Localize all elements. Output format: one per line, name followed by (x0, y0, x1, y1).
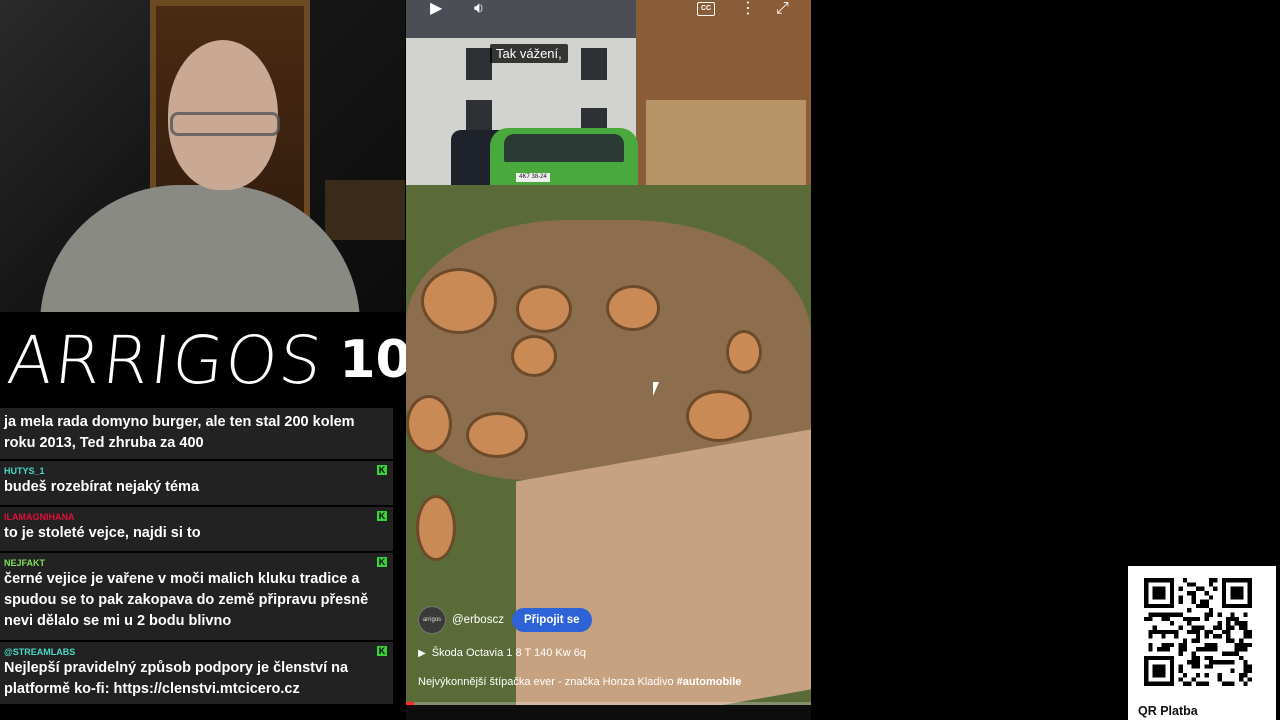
play-icon[interactable]: ▶ (430, 0, 442, 18)
kick-badge-icon: K (377, 646, 387, 656)
video-scene-log (516, 285, 572, 333)
video-scene-log (726, 330, 762, 374)
chat-message: HUTYS_1 budeš rozebírat nejaký téma K (0, 461, 393, 507)
kick-badge-icon: K (377, 511, 387, 521)
kick-badge-icon: K (377, 557, 387, 567)
more-icon[interactable]: ⋮ (740, 0, 756, 18)
chat-message: ILAMAGNIHANA to je stoleté vejce, najdi … (0, 507, 393, 553)
chat-message-text: to je stoleté vejce, najdi si to (4, 525, 201, 541)
channel-handle[interactable]: @erboscz (452, 614, 504, 626)
webcam-background-shelf (325, 180, 405, 240)
chat-message-author: NEJFAKT (4, 558, 46, 568)
chat-panel: ja mela rada domyno burger, ale ten stal… (0, 408, 393, 708)
video-player[interactable]: 4K7 38-24 ▶ 🔉︎ CC ⋮ ⤢ Tak vážení, arrigo… (406, 0, 811, 720)
chat-message: NEJFAKT černé vejice je vařene v moči ma… (0, 553, 393, 642)
channel-logo: ARRIGOS 104 (0, 312, 448, 408)
video-scene-log (466, 412, 528, 458)
video-scene-car-windshield (504, 134, 624, 162)
video-scene-log (406, 395, 452, 453)
video-scene-window (466, 100, 492, 132)
captions-icon[interactable]: CC (697, 2, 715, 16)
streamer-glasses (170, 112, 280, 136)
webcam-feed (0, 0, 405, 312)
video-bottom-strip (406, 705, 811, 720)
qr-payment-card: QR Platba (1128, 566, 1276, 720)
video-scene-window (581, 48, 607, 80)
chat-message-text: Nejlepší pravidelný způsob podpory je čl… (4, 660, 349, 697)
chat-message-author: @STREAMLABS (4, 647, 76, 657)
video-scene-log (416, 495, 456, 561)
qr-code-icon (1144, 578, 1252, 686)
kick-badge-icon: K (377, 465, 387, 475)
video-description: Nejvýkonnější štípačka ever - značka Hon… (418, 676, 741, 688)
logo-brand-text: ARRIGOS (3, 321, 328, 399)
channel-avatar[interactable]: arrigos (418, 606, 446, 634)
chat-message-text: ja mela rada domyno burger, ale ten stal… (4, 414, 355, 451)
chat-message: @STREAMLABS Nejlepší pravidelný způsob p… (0, 642, 393, 706)
video-subtitle: Tak vážení, (490, 44, 568, 63)
video-scene-log (686, 390, 752, 442)
video-description-text: Nejvýkonnější štípačka ever - značka Hon… (418, 676, 677, 688)
chat-message-text: černé vejice je vařene v moči malich klu… (4, 571, 369, 629)
sound-row[interactable]: ▶ Škoda Octavia 1 8 T 140 Kw 6q (418, 647, 586, 659)
channel-row: arrigos @erboscz Připojit se (418, 606, 592, 634)
video-scene-log (606, 285, 660, 331)
video-scene-license-plate: 4K7 38-24 (516, 173, 550, 182)
mouse-cursor-icon (653, 382, 665, 396)
chat-message-author: HUTYS_1 (4, 466, 45, 476)
video-scene-log (421, 268, 497, 334)
video-scene-log (511, 335, 557, 377)
join-button[interactable]: Připojit se (511, 608, 592, 632)
streamer-body (40, 185, 360, 312)
video-scene-window (466, 48, 492, 80)
qr-payment-label: QR Platba (1138, 704, 1198, 718)
video-hashtag[interactable]: #automobile (677, 676, 742, 688)
fullscreen-icon[interactable]: ⤢ (776, 0, 789, 18)
chat-message-text: budeš rozebírat nejaký téma (4, 479, 200, 495)
chat-message-author: ILAMAGNIHANA (4, 512, 75, 522)
chat-message: ja mela rada domyno burger, ale ten stal… (0, 408, 393, 461)
volume-icon[interactable]: 🔉︎ (474, 0, 484, 18)
sound-title[interactable]: Škoda Octavia 1 8 T 140 Kw 6q (432, 647, 586, 659)
sound-play-icon[interactable]: ▶ (418, 648, 426, 659)
